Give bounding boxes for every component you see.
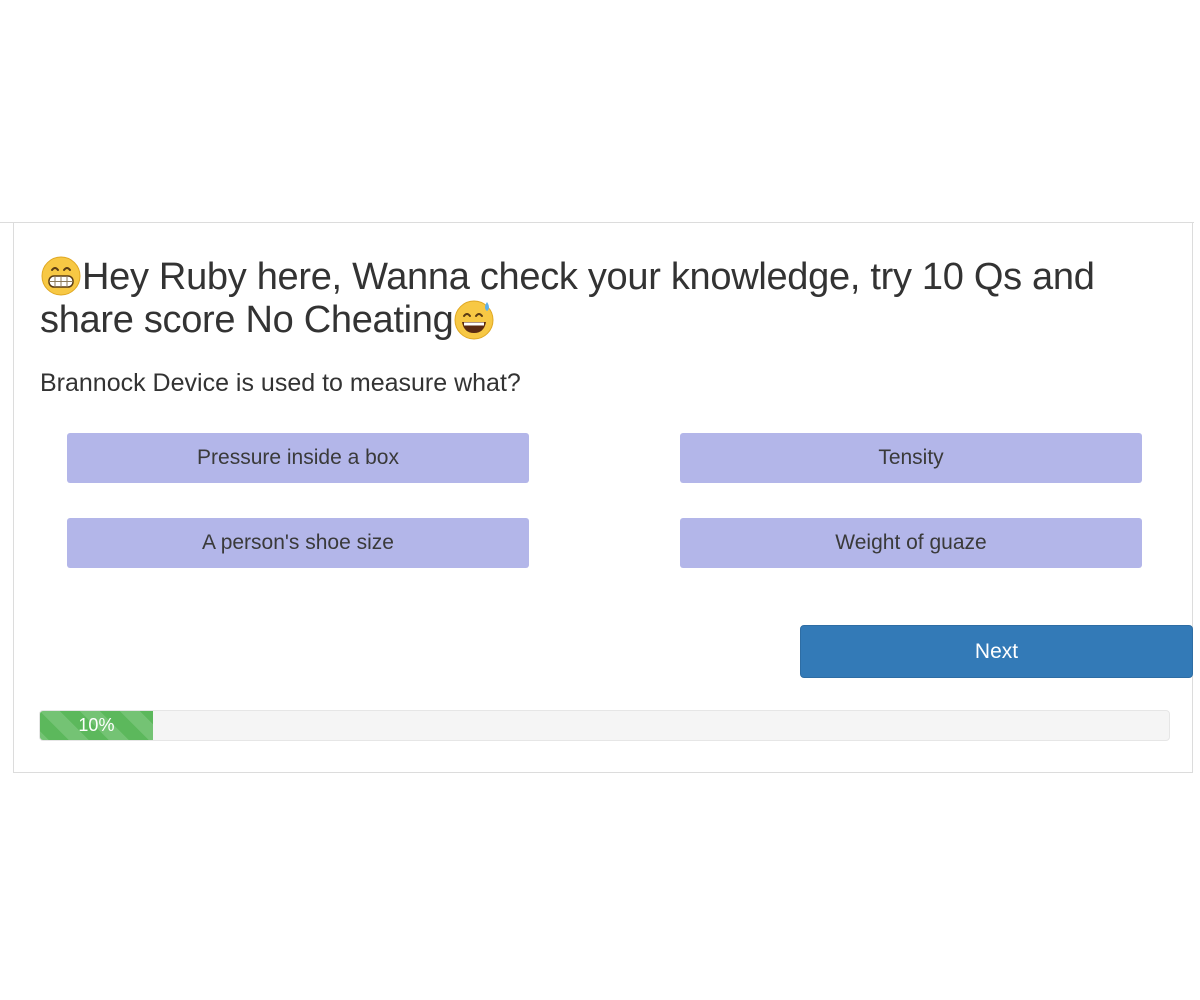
answer-option-4[interactable]: Weight of guaze (680, 518, 1142, 568)
answer-option-2[interactable]: Tensity (680, 433, 1142, 483)
progress-label: 10% (78, 715, 115, 735)
next-button[interactable]: Next (800, 625, 1193, 678)
progress-fill: 10% (40, 711, 153, 740)
grinning-sweat-emoji-icon (454, 300, 494, 340)
page: Hey Ruby here, Wanna check your knowledg… (0, 0, 1200, 1000)
grinning-face-emoji-icon (41, 256, 81, 296)
quiz-card: Hey Ruby here, Wanna check your knowledg… (13, 223, 1193, 773)
answer-option-1[interactable]: Pressure inside a box (67, 433, 529, 483)
answer-option-3[interactable]: A person's shoe size (67, 518, 529, 568)
question-text: Brannock Device is used to measure what? (40, 369, 521, 397)
quiz-title-text: Hey Ruby here, Wanna check your knowledg… (40, 256, 1095, 341)
progress-bar: 10% (39, 710, 1170, 741)
quiz-title: Hey Ruby here, Wanna check your knowledg… (40, 255, 1140, 341)
